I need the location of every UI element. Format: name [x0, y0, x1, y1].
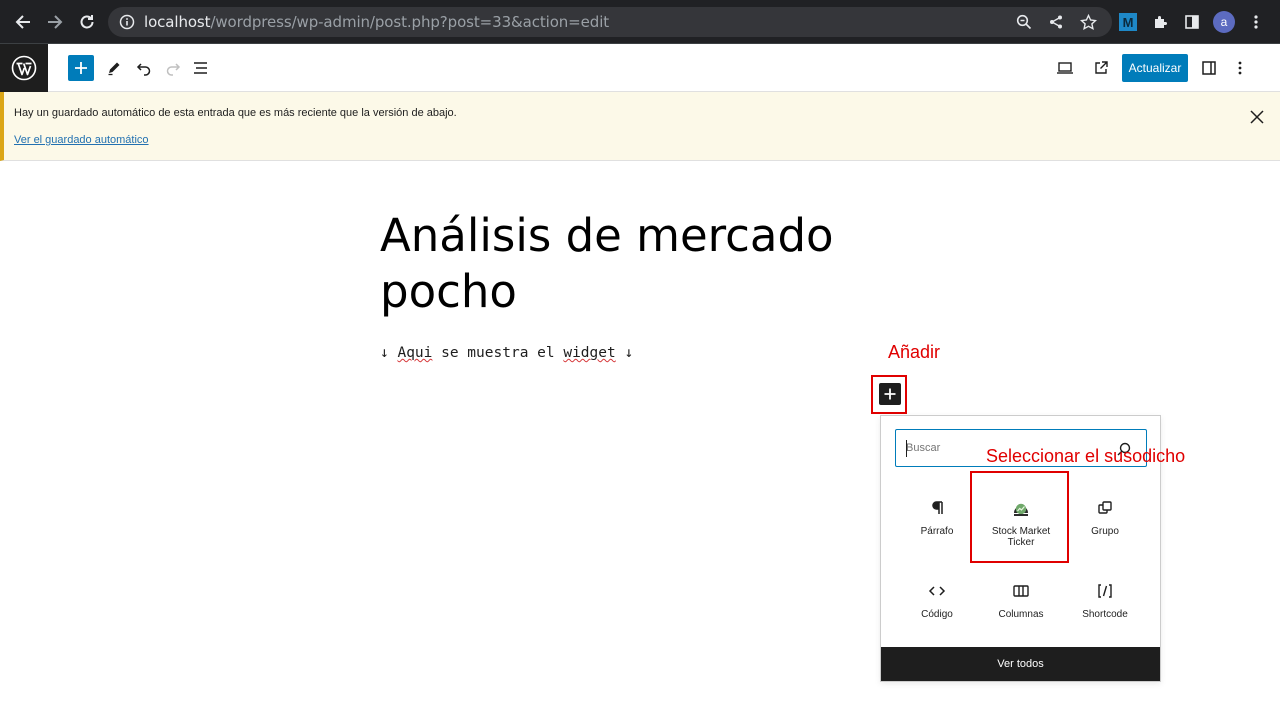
close-icon	[1250, 110, 1264, 124]
url-text[interactable]: localhost/wordpress/wp-admin/post.php?po…	[144, 13, 609, 31]
block-group[interactable]: Grupo	[1063, 488, 1147, 566]
pencil-icon	[108, 62, 120, 76]
post-title[interactable]: Análisis de mercado pocho	[380, 208, 860, 320]
inline-add-block-button[interactable]	[879, 383, 901, 405]
paragraph-text: se muestra el	[432, 345, 564, 361]
extensions-puzzle-icon[interactable]	[1147, 9, 1173, 35]
plus-icon	[884, 388, 896, 400]
block-label: Grupo	[1091, 526, 1119, 537]
block-columns[interactable]: Columnas	[979, 571, 1063, 649]
external-link-icon	[1095, 61, 1108, 74]
preview-button[interactable]	[1052, 55, 1078, 81]
editor-toolbar: Actualizar	[0, 44, 1280, 92]
site-info-icon[interactable]	[114, 9, 140, 35]
update-button[interactable]: Actualizar	[1122, 54, 1188, 82]
paragraph-icon	[925, 496, 949, 520]
url-path: /wordpress/wp-admin/post.php?post=33&act…	[210, 13, 610, 31]
wordpress-logo-icon[interactable]	[0, 44, 48, 92]
list-view-icon	[194, 62, 207, 74]
misspelled-word: widget	[563, 345, 616, 361]
code-icon	[925, 579, 949, 603]
toggle-block-inserter-button[interactable]	[68, 55, 94, 81]
desktop-preview-icon	[1057, 62, 1073, 74]
shortcode-icon	[1093, 579, 1117, 603]
paragraph-block[interactable]: ↓ Aqui se muestra el widget ↓	[380, 345, 633, 361]
side-panel-icon[interactable]	[1179, 9, 1205, 35]
profile-avatar[interactable]: a	[1211, 9, 1237, 35]
redo-icon	[166, 63, 181, 76]
dismiss-notice-button[interactable]	[1246, 106, 1268, 128]
view-autosave-link[interactable]: Ver el guardado automático	[14, 134, 149, 146]
tools-edit-button[interactable]	[101, 55, 127, 81]
block-label: Párrafo	[920, 526, 954, 537]
url-host: localhost	[144, 13, 211, 31]
more-vertical-icon	[1238, 61, 1242, 75]
undo-button[interactable]	[131, 55, 157, 81]
forward-arrow-icon[interactable]	[42, 9, 68, 35]
group-icon	[1093, 496, 1117, 520]
text-caret	[906, 440, 907, 457]
misspelled-word: Aqui	[397, 345, 433, 361]
arrow-left-text: ↓	[380, 345, 398, 361]
block-label: Código	[921, 609, 953, 620]
block-label: Columnas	[998, 609, 1044, 620]
annotation-select-highlight	[970, 471, 1069, 563]
profile-initial: a	[1213, 11, 1235, 33]
settings-sidebar-button[interactable]	[1196, 55, 1222, 81]
options-menu-button[interactable]	[1227, 55, 1253, 81]
block-code[interactable]: Código	[895, 571, 979, 649]
post-title-line1: Análisis de mercado	[380, 209, 834, 262]
reload-icon[interactable]	[74, 9, 100, 35]
plus-icon	[75, 62, 87, 74]
browser-toolbar: localhost/wordpress/wp-admin/post.php?po…	[0, 0, 1280, 44]
annotation-select-label: Seleccionar el susodicho	[986, 446, 1186, 466]
redo-button[interactable]	[160, 55, 186, 81]
browse-all-button[interactable]: Ver todos	[881, 647, 1160, 681]
undo-icon	[136, 63, 151, 76]
zoom-icon[interactable]	[1011, 9, 1037, 35]
view-post-button[interactable]	[1088, 55, 1114, 81]
bookmark-star-icon[interactable]	[1075, 9, 1101, 35]
browser-menu-icon[interactable]	[1243, 9, 1269, 35]
block-label: Shortcode	[1082, 609, 1128, 620]
annotation-add-label: Añadir	[888, 342, 941, 362]
notice-message: Hay un guardado automático de esta entra…	[14, 107, 457, 119]
back-arrow-icon[interactable]	[10, 9, 36, 35]
columns-icon	[1009, 579, 1033, 603]
post-title-line2: pocho	[380, 265, 517, 318]
extension-m-icon[interactable]: M	[1115, 9, 1141, 35]
share-icon[interactable]	[1043, 9, 1069, 35]
document-overview-button[interactable]	[188, 55, 214, 81]
arrow-right-text: ↓	[615, 345, 634, 361]
extension-label: M	[1119, 13, 1137, 31]
sidebar-toggle-icon	[1202, 61, 1216, 75]
autosave-notice: Hay un guardado automático de esta entra…	[0, 92, 1280, 161]
block-paragraph[interactable]: Párrafo	[895, 488, 979, 566]
block-shortcode[interactable]: Shortcode	[1063, 571, 1147, 649]
